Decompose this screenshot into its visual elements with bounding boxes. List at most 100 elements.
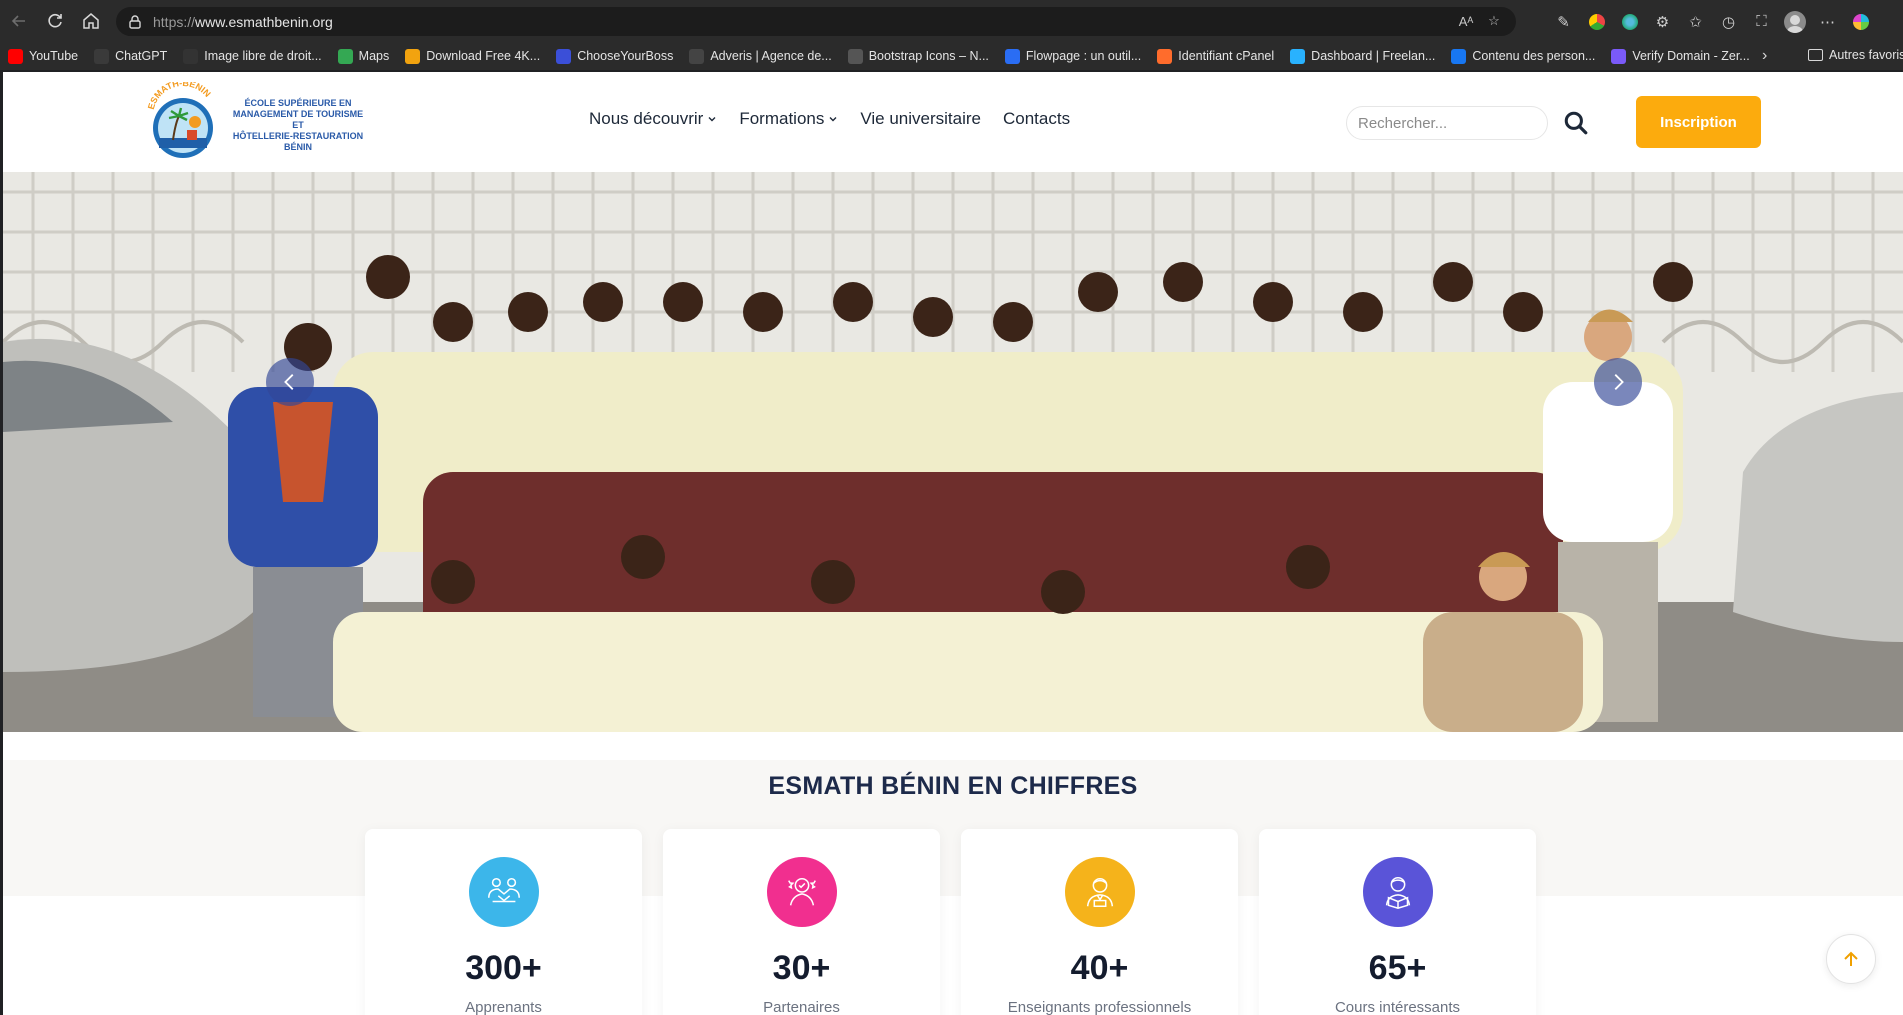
bookmark-label: ChatGPT xyxy=(115,49,168,63)
facebook-icon xyxy=(1451,48,1467,64)
bookmark-label: YouTube xyxy=(29,49,79,63)
bookmark-item[interactable]: ChatGPT xyxy=(94,48,168,64)
extension-icon-1[interactable] xyxy=(1583,8,1610,35)
menu-item[interactable]: Contacts xyxy=(1003,109,1070,129)
stat-value: 300+ xyxy=(465,949,542,987)
folder-icon xyxy=(1808,49,1823,61)
browser-toolbar: https://www.esmathbenin.org Aᴬ ☆ ✎ ⚙ ✩ ◷… xyxy=(0,0,1903,42)
extension-icon-2[interactable] xyxy=(1616,8,1643,35)
hero-photo xyxy=(3,172,1903,732)
bookmark-item[interactable]: Identifiant cPanel xyxy=(1157,48,1275,64)
other-favorites-folder[interactable]: Autres favoris xyxy=(1808,48,1903,62)
bookmark-item[interactable]: Flowpage : un outil... xyxy=(1004,48,1141,64)
logo-tagline: ÉCOLE SUPÉRIEURE EN MANAGEMENT DE TOURIS… xyxy=(228,98,368,153)
pexels-icon xyxy=(183,48,199,64)
url-scheme: https:// xyxy=(153,13,196,30)
stats-title: ESMATH BÉNIN EN CHIFFRES xyxy=(768,772,1138,800)
menu-item-label: Vie universitaire xyxy=(860,109,981,128)
lock-icon xyxy=(129,14,141,29)
site-header: ESMATH-BENIN ÉCOLE SUPÉRIEURE EN MANAGEM… xyxy=(3,72,1903,172)
favorite-star-icon[interactable]: ☆ xyxy=(1484,11,1504,31)
flowpage-icon xyxy=(1004,48,1020,64)
bookmark-item[interactable]: Contenu des person... xyxy=(1451,48,1596,64)
copilot-icon[interactable] xyxy=(1847,8,1874,35)
screenshot-icon[interactable]: ⛶ xyxy=(1748,8,1775,35)
notes-icon[interactable]: ✎ xyxy=(1550,8,1577,35)
bootstrap-icon xyxy=(847,48,863,64)
freelancer-icon xyxy=(1290,48,1306,64)
bookmark-item[interactable]: Dashboard | Freelan... xyxy=(1290,48,1436,64)
bookmark-label: ChooseYourBoss xyxy=(577,49,674,63)
stat-card-partenaires: 30+ Partenaires xyxy=(663,829,940,1015)
carousel-next-button[interactable] xyxy=(1594,358,1642,406)
folder-label: Autres favoris xyxy=(1829,48,1903,62)
arrow-left-icon xyxy=(11,15,25,27)
bookmark-label: Contenu des person... xyxy=(1472,49,1596,63)
stat-label: Enseignants professionnels xyxy=(1007,999,1192,1015)
inscription-button[interactable]: Inscription xyxy=(1636,96,1761,148)
url-text: https://www.esmathbenin.org xyxy=(153,14,333,30)
profile-avatar[interactable] xyxy=(1781,8,1808,35)
bookmark-label: Dashboard | Freelan... xyxy=(1311,49,1436,63)
bookmark-item[interactable]: Image libre de droit... xyxy=(183,48,322,64)
stat-label: Cours intéressants xyxy=(1334,999,1461,1015)
stat-value: 40+ xyxy=(1070,949,1129,987)
bookmark-item[interactable]: Bootstrap Icons – N... xyxy=(847,48,989,64)
stat-label: Apprenants xyxy=(465,999,542,1015)
bookmark-item[interactable]: Maps xyxy=(337,48,389,64)
bookmark-item[interactable]: Verify Domain - Zer... xyxy=(1611,48,1750,64)
more-options-icon[interactable]: ⋯ xyxy=(1814,8,1841,35)
menu-item[interactable]: Vie universitaire xyxy=(860,109,981,129)
main-menu: Nous découvrir Formations Vie universitair… xyxy=(589,109,1070,129)
logo-line: ÉCOLE SUPÉRIEURE EN xyxy=(244,98,352,108)
bookmark-label: Identifiant cPanel xyxy=(1178,49,1275,63)
address-bar[interactable]: https://www.esmathbenin.org Aᴬ ☆ xyxy=(116,7,1516,36)
home-button[interactable] xyxy=(74,4,108,38)
bookmark-item[interactable]: ChooseYourBoss xyxy=(556,48,674,64)
cpanel-icon xyxy=(1157,48,1173,64)
menu-item[interactable]: Nous découvrir xyxy=(589,109,717,129)
menu-item-label: Nous découvrir xyxy=(589,109,704,128)
stat-icon-circle xyxy=(1363,857,1433,927)
back-button[interactable] xyxy=(2,4,36,38)
bookmark-label: Verify Domain - Zer... xyxy=(1632,49,1750,63)
stats-section-lower xyxy=(3,896,1903,1015)
stat-value: 65+ xyxy=(1368,949,1427,987)
menu-item-label: Contacts xyxy=(1003,109,1071,128)
read-aloud-icon[interactable]: Aᴬ xyxy=(1456,11,1476,31)
refresh-icon xyxy=(48,13,62,28)
carousel-prev-button[interactable] xyxy=(266,358,314,406)
bookmark-item[interactable]: YouTube xyxy=(8,48,79,64)
esmath-logo[interactable]: ESMATH-BENIN xyxy=(143,82,223,162)
bookmarks-bar: YouTube ChatGPT Image libre de droit... Map… xyxy=(0,42,1903,70)
adveris-icon xyxy=(689,48,705,64)
search-input[interactable] xyxy=(1346,106,1548,140)
refresh-button[interactable] xyxy=(38,4,72,38)
chooseyourboss-icon xyxy=(556,48,572,64)
teacher-icon xyxy=(1086,877,1114,908)
extensions-puzzle-icon[interactable]: ⚙ xyxy=(1649,8,1676,35)
bookmark-label: Download Free 4K... xyxy=(426,49,541,63)
bookmark-label: Adveris | Agence de... xyxy=(710,49,832,63)
favorites-icon[interactable]: ✩ xyxy=(1682,8,1709,35)
chevron-right-icon xyxy=(1614,374,1624,390)
bookmark-item[interactable]: Download Free 4K... xyxy=(405,48,541,64)
stat-icon-circle xyxy=(1065,857,1135,927)
search-icon[interactable] xyxy=(1563,110,1589,136)
arrow-up-icon xyxy=(1844,951,1858,966)
partner-award-icon xyxy=(788,877,816,906)
stat-icon-circle xyxy=(469,857,539,927)
chevron-down-icon xyxy=(708,117,716,122)
hero-carousel xyxy=(3,172,1903,732)
scroll-to-top-button[interactable] xyxy=(1826,934,1876,984)
menu-item[interactable]: Formations xyxy=(739,109,838,129)
bookmarks-overflow-icon[interactable]: › xyxy=(1762,47,1767,65)
stat-value: 30+ xyxy=(772,949,831,987)
logo-line: BÉNIN xyxy=(283,142,312,152)
history-icon[interactable]: ◷ xyxy=(1715,8,1742,35)
bookmark-item[interactable]: Adveris | Agence de... xyxy=(689,48,832,64)
stat-card-apprenants: 300+ Apprenants xyxy=(365,829,642,1015)
stat-card-cours: 65+ Cours intéressants xyxy=(1259,829,1536,1015)
chatgpt-icon xyxy=(94,48,110,64)
download-icon xyxy=(405,48,421,64)
